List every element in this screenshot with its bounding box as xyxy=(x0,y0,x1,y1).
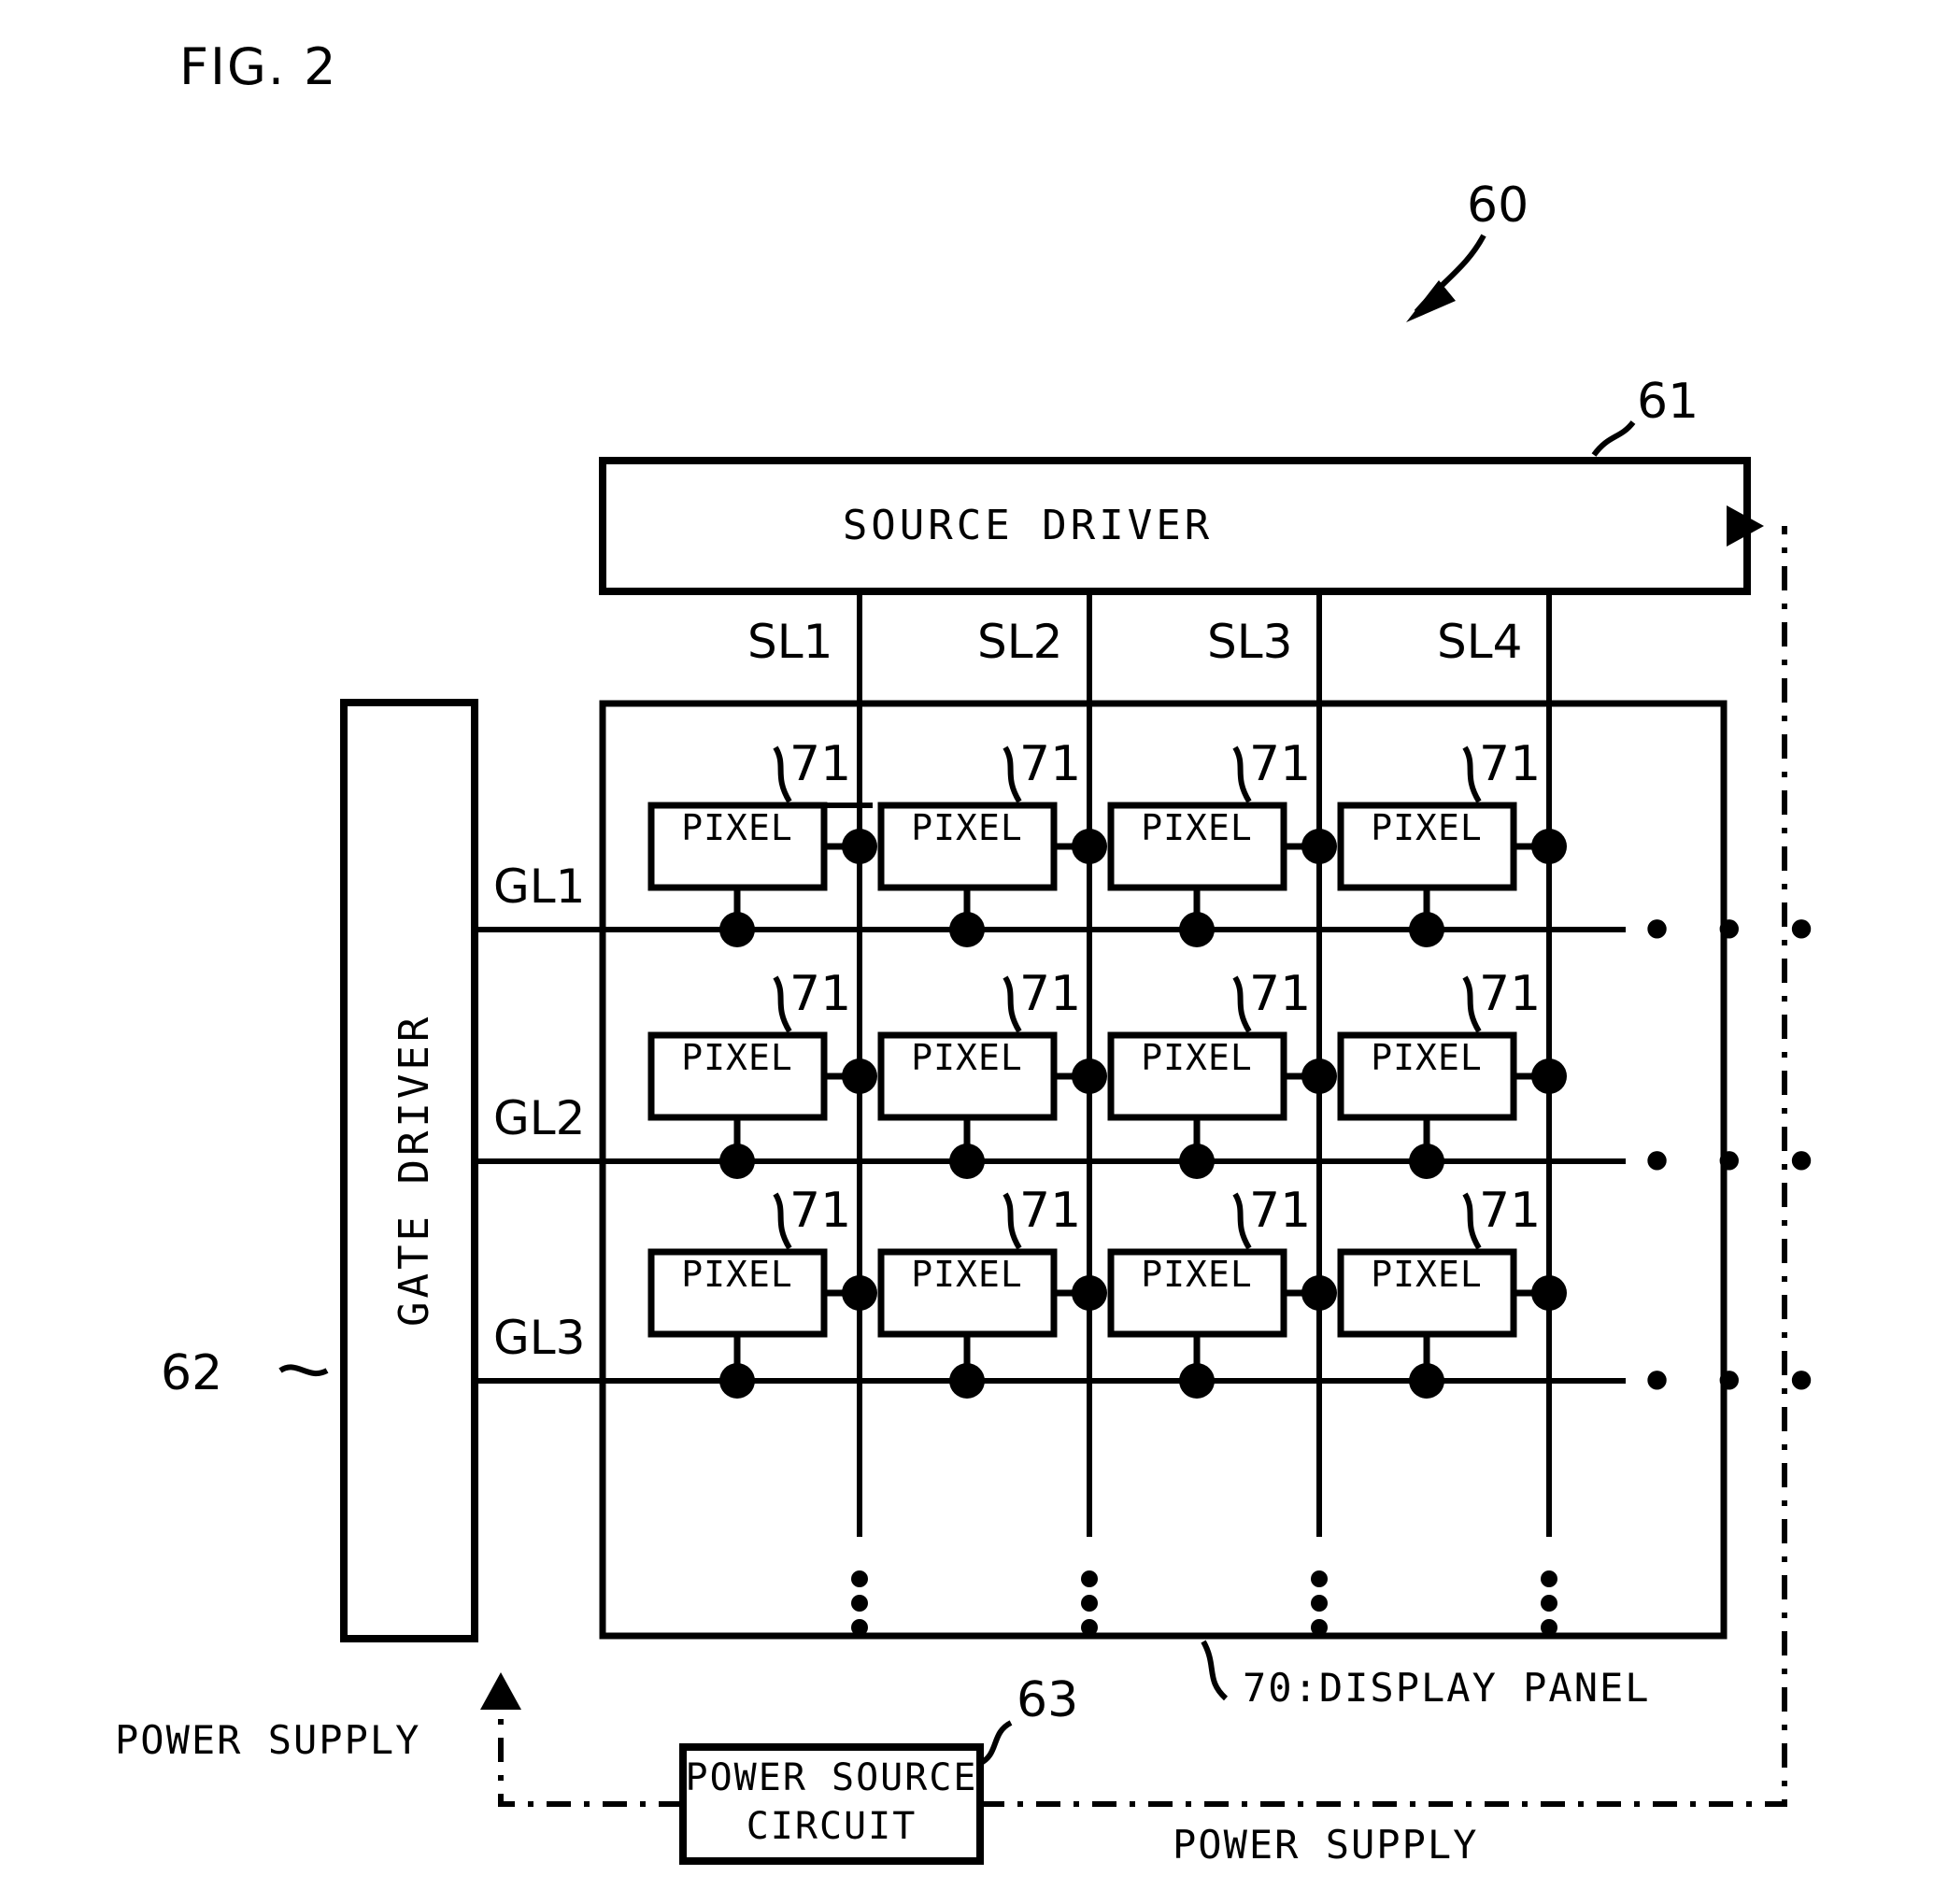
source-line-label-sl2: SL2 xyxy=(977,615,1063,669)
power-supply-label-right: POWER SUPPLY xyxy=(1173,1822,1479,1868)
pixel-label-r3c1: PIXEL xyxy=(681,1254,793,1295)
row-ellipsis-gl3: • • • xyxy=(1640,1350,1828,1414)
ref-label-71-r1c1: 71 xyxy=(789,736,852,792)
pixel-label-r3c3: PIXEL xyxy=(1141,1254,1253,1295)
ref-label-71-r2c2: 71 xyxy=(1019,966,1082,1022)
ref-label-62: 62 xyxy=(161,1345,223,1401)
row-ellipsis-gl2: • • • xyxy=(1640,1130,1828,1194)
ref-70-leader xyxy=(1201,1640,1229,1701)
ref-label-61: 61 xyxy=(1637,374,1699,430)
ref-label-71-r2c1: 71 xyxy=(789,966,852,1022)
ref-63-leader xyxy=(977,1720,1013,1767)
ref-label-71-r3c3: 71 xyxy=(1249,1183,1312,1239)
pixel-label-r2c4: PIXEL xyxy=(1371,1037,1483,1078)
gate-line-label-gl1: GL1 xyxy=(493,860,586,914)
pixel-label-r2c3: PIXEL xyxy=(1141,1037,1253,1078)
ref-label-63: 63 xyxy=(1017,1672,1079,1728)
pixel-label-r1c4: PIXEL xyxy=(1371,807,1483,848)
ref-label-71-r2c4: 71 xyxy=(1479,966,1542,1022)
source-line-label-sl3: SL3 xyxy=(1207,615,1293,669)
power-source-circuit-label-line1: POWER SOURCE xyxy=(685,1756,978,1799)
ref-label-60: 60 xyxy=(1467,178,1529,234)
pixel-label-r2c1: PIXEL xyxy=(681,1037,793,1078)
pixel-label-r3c2: PIXEL xyxy=(911,1254,1023,1295)
display-panel-label: 70:DISPLAY PANEL xyxy=(1243,1665,1651,1711)
ref-62-leader xyxy=(278,1364,329,1377)
source-line-label-sl4: SL4 xyxy=(1437,615,1523,669)
gate-line-label-gl2: GL2 xyxy=(493,1091,586,1145)
ref-60-leader xyxy=(1406,234,1486,322)
source-line-label-sl1: SL1 xyxy=(747,615,833,669)
ref-label-71-r3c4: 71 xyxy=(1479,1183,1542,1239)
source-driver-label: SOURCE DRIVER xyxy=(842,502,1214,549)
row-ellipsis-gl1: • • • xyxy=(1640,899,1828,962)
patent-figure-page: FIG. 2 60 61 SOURCE DRIVER SL1 SL2 SL3 S… xyxy=(0,0,1934,1904)
ref-label-71-r2c3: 71 xyxy=(1249,966,1312,1022)
ref-label-71-r1c3: 71 xyxy=(1249,736,1312,792)
ref-label-71-r3c2: 71 xyxy=(1019,1183,1082,1239)
pixel-label-r1c1: PIXEL xyxy=(681,807,793,848)
power-supply-label-left: POWER SUPPLY xyxy=(115,1717,421,1763)
pixel-label-r1c3: PIXEL xyxy=(1141,807,1253,848)
pixel-label-r2c2: PIXEL xyxy=(911,1037,1023,1078)
ref-label-71-r1c2: 71 xyxy=(1019,736,1082,792)
pixel-label-r3c4: PIXEL xyxy=(1371,1254,1483,1295)
gate-line-label-gl3: GL3 xyxy=(493,1311,586,1365)
ref-label-71-r1c4: 71 xyxy=(1479,736,1542,792)
pixel-label-r1c2: PIXEL xyxy=(911,807,1023,848)
gate-driver-label: GATE DRIVER xyxy=(391,1013,438,1327)
arrow-to-gate-driver xyxy=(480,1672,521,1710)
ref-61-leader xyxy=(1591,420,1636,457)
ref-label-71-r3c1: 71 xyxy=(789,1183,852,1239)
power-source-circuit-label-line2: CIRCUIT xyxy=(746,1805,917,1848)
